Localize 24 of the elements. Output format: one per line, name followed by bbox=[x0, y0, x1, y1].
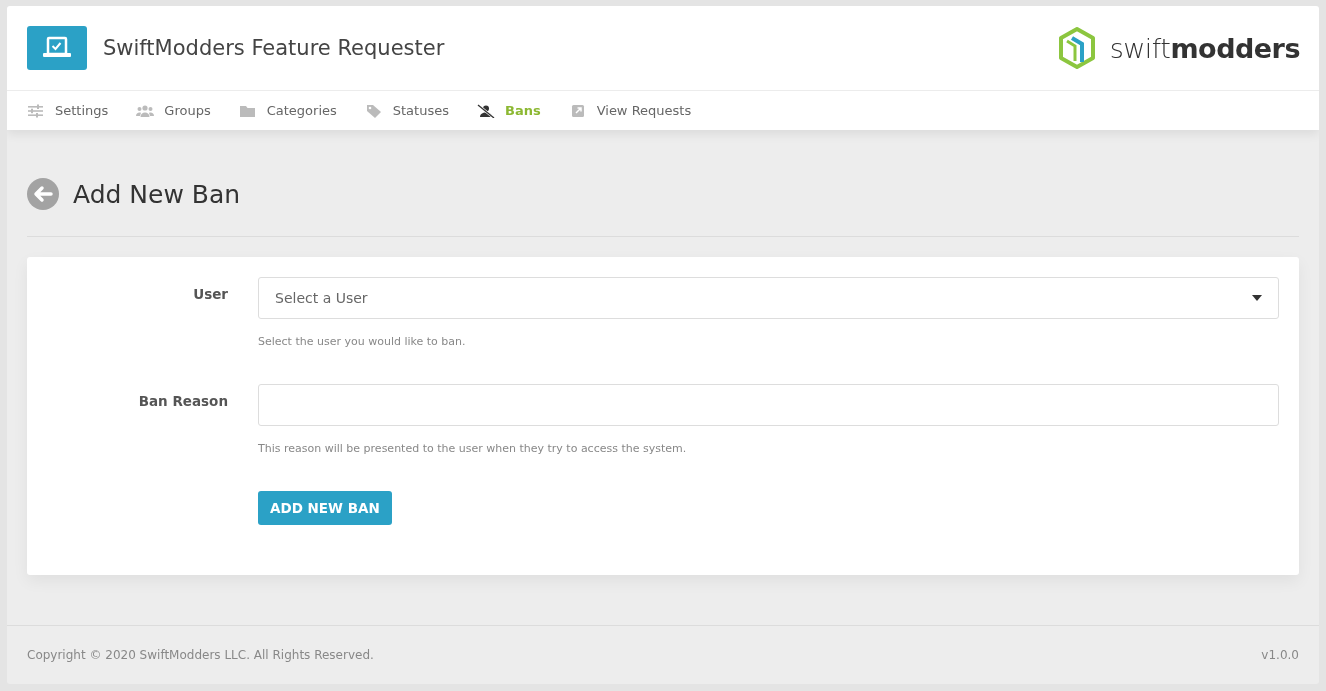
app-title: SwiftModders Feature Requester bbox=[103, 36, 445, 60]
field-label: Ban Reason bbox=[137, 392, 228, 411]
user-select[interactable]: Select a User bbox=[258, 277, 1279, 319]
nav-tab[interactable]: Statuses bbox=[364, 103, 449, 118]
user-slash-icon bbox=[476, 103, 495, 118]
version-text: v1.0.0 bbox=[1261, 648, 1299, 662]
caret-icon bbox=[1252, 295, 1262, 301]
nav-tab[interactable]: Settings bbox=[27, 103, 109, 118]
cube-logo-icon bbox=[1057, 27, 1096, 69]
users-icon bbox=[136, 103, 155, 118]
copyright-text: Copyright © 2020 SwiftModders LLC. All Rights Reserved. bbox=[27, 648, 374, 662]
field-label: User bbox=[192, 285, 228, 304]
page-title: Add New Ban bbox=[73, 179, 241, 209]
nav-tab[interactable]: Groups bbox=[136, 103, 211, 118]
folder-icon bbox=[238, 103, 257, 118]
nav-tab[interactable]: Categories bbox=[238, 103, 337, 118]
ban-reason-input[interactable] bbox=[258, 384, 1279, 426]
help-text: Select the user you would like to ban. bbox=[258, 335, 467, 348]
nav-tab[interactable]: View Requests bbox=[568, 103, 692, 118]
brand-wordmark: swiftmodders bbox=[1109, 32, 1300, 64]
app-logo-icon bbox=[27, 26, 87, 70]
sliders-icon bbox=[27, 103, 45, 118]
help-text: This reason will be presented to the user when they try to access the system. bbox=[258, 442, 688, 455]
tag-icon bbox=[364, 103, 383, 118]
